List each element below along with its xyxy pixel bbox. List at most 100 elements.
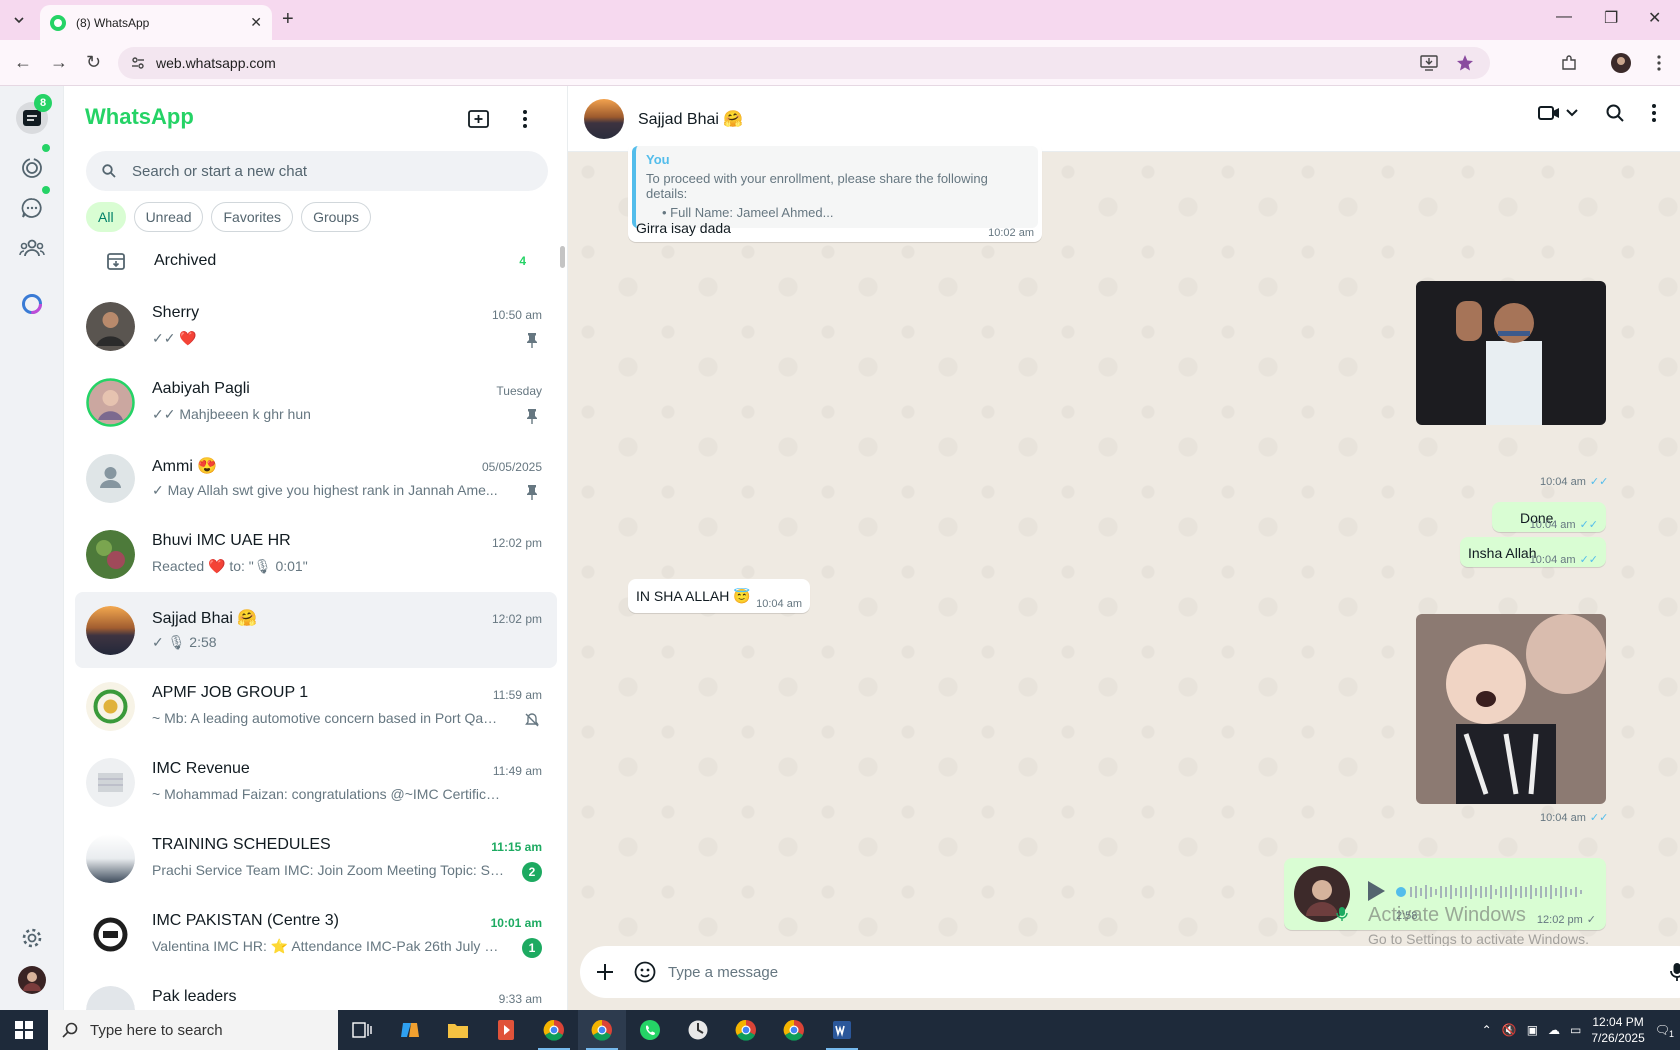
chats-unread-badge: 8 bbox=[34, 94, 52, 112]
notification-center-icon[interactable]: 🗨 1 bbox=[1655, 1023, 1674, 1039]
message-bubble-reply[interactable]: You To proceed with your enrollment, ple… bbox=[628, 142, 1042, 242]
quoted-message[interactable]: You To proceed with your enrollment, ple… bbox=[632, 146, 1038, 228]
chrome-app-2[interactable] bbox=[578, 1010, 626, 1050]
volume-muted-icon[interactable]: 🔇 bbox=[1502, 1023, 1517, 1037]
chat-item-aabiyah-pagli[interactable]: Aabiyah Pagli Tuesday ✓✓ Mahjbeeen k ghr… bbox=[75, 364, 557, 440]
chat-item-bhuvi-imc-uae-hr[interactable]: Bhuvi IMC UAE HR 12:02 pm Reacted ❤️ to:… bbox=[75, 516, 557, 592]
media-app[interactable] bbox=[482, 1010, 530, 1050]
restore-button[interactable]: ❐ bbox=[1604, 8, 1618, 28]
play-icon[interactable] bbox=[1366, 880, 1386, 902]
pin-icon bbox=[522, 406, 542, 426]
extensions-icon[interactable] bbox=[1556, 50, 1582, 76]
close-window-button[interactable]: ✕ bbox=[1648, 8, 1661, 28]
watermark-subtitle: Go to Settings to activate Windows. bbox=[1368, 931, 1589, 947]
reload-button[interactable]: ↻ bbox=[86, 52, 101, 73]
copilot-app[interactable] bbox=[386, 1010, 434, 1050]
url-text: web.whatsapp.com bbox=[156, 55, 276, 71]
chat-preview: Reacted ❤️ to: "🎙 0:01" bbox=[152, 558, 308, 574]
chat-name: Aabiyah Pagli bbox=[152, 380, 250, 397]
task-view-button[interactable] bbox=[338, 1010, 386, 1050]
onedrive-icon[interactable]: ☁ bbox=[1548, 1023, 1560, 1037]
address-bar[interactable]: web.whatsapp.com bbox=[118, 47, 1490, 79]
bookmark-star-icon[interactable] bbox=[1456, 54, 1474, 72]
contact-name[interactable]: Sajjad Bhai 🤗 bbox=[638, 109, 743, 129]
chat-item-imc-pakistan[interactable]: IMC PAKISTAN (Centre 3) 10:01 am Valenti… bbox=[75, 896, 557, 972]
tab-close-icon[interactable]: ✕ bbox=[250, 14, 262, 31]
message-text: Girra isay dada bbox=[636, 220, 731, 236]
avatar bbox=[86, 834, 135, 883]
video-call-button[interactable] bbox=[1538, 105, 1578, 121]
communities-nav-button[interactable] bbox=[16, 232, 48, 264]
search-input[interactable]: Search or start a new chat bbox=[86, 151, 548, 191]
whatsapp-app-button[interactable] bbox=[626, 1010, 674, 1050]
notification-count: 1 bbox=[1668, 1029, 1674, 1039]
chrome-app-4[interactable] bbox=[770, 1010, 818, 1050]
chatlist-scrollbar[interactable] bbox=[560, 246, 565, 268]
camera-icon[interactable]: ▣ bbox=[1527, 1023, 1538, 1037]
network-icon[interactable]: ▭ bbox=[1570, 1023, 1581, 1037]
meta-ai-nav-button[interactable] bbox=[16, 288, 48, 320]
site-settings-icon[interactable] bbox=[130, 55, 146, 71]
channels-nav-button[interactable] bbox=[16, 192, 48, 224]
chrome-app-3[interactable] bbox=[722, 1010, 770, 1050]
chat-item-apmf-job-group[interactable]: APMF JOB GROUP 1 11:59 am ~ Mb: A leadin… bbox=[75, 668, 557, 744]
tray-overflow-icon[interactable]: ⌃ bbox=[1482, 1023, 1492, 1037]
system-tray: ⌃ 🔇 ▣ ☁ ▭ 12:04 PM 7/26/2025 🗨 1 bbox=[1482, 1014, 1680, 1046]
whatsapp-favicon-icon bbox=[50, 14, 66, 31]
chat-item-sajjad-bhai[interactable]: Sajjad Bhai 🤗 12:02 pm ✓ 🎙 2:58 bbox=[75, 592, 557, 668]
message-bubble-done[interactable]: Done 10:04 am ✓✓ bbox=[1492, 502, 1606, 532]
minimize-button[interactable]: — bbox=[1556, 8, 1572, 26]
voice-waveform[interactable] bbox=[1396, 884, 1592, 900]
status-nav-button[interactable] bbox=[16, 152, 48, 184]
filter-all[interactable]: All bbox=[86, 202, 126, 232]
install-app-icon[interactable] bbox=[1420, 55, 1438, 71]
clock-app[interactable] bbox=[674, 1010, 722, 1050]
chat-item-training-schedules[interactable]: TRAINING SCHEDULES 11:15 am Prachi Servi… bbox=[75, 820, 557, 896]
microphone-icon[interactable] bbox=[1670, 962, 1680, 982]
message-bubble-insha-allah[interactable]: Insha Allah 10:04 am ✓✓ bbox=[1460, 537, 1606, 567]
browser-menu-icon[interactable] bbox=[1646, 50, 1672, 76]
chat-item-pak-leaders[interactable]: Pak leaders 9:33 am bbox=[75, 972, 557, 1010]
image-message[interactable] bbox=[1416, 614, 1606, 804]
chrome-icon bbox=[735, 1019, 756, 1041]
profile-avatar-icon[interactable] bbox=[1608, 50, 1634, 76]
sidebar-menu-button[interactable] bbox=[512, 106, 538, 132]
taskbar-search[interactable]: Type here to search bbox=[48, 1010, 338, 1050]
conversation-menu-icon[interactable] bbox=[1652, 104, 1656, 122]
chat-preview: Prachi Service Team IMC: Join Zoom Meeti… bbox=[152, 862, 504, 878]
filter-groups[interactable]: Groups bbox=[301, 202, 371, 232]
image-message[interactable] bbox=[1416, 281, 1606, 425]
browser-tab-whatsapp[interactable]: (8) WhatsApp ✕ bbox=[40, 5, 272, 40]
new-chat-button[interactable] bbox=[466, 106, 492, 132]
settings-nav-button[interactable] bbox=[16, 922, 48, 954]
avatar bbox=[86, 302, 135, 351]
contact-avatar[interactable] bbox=[584, 98, 624, 139]
chat-item-imc-revenue[interactable]: IMC Revenue 11:49 am ~ Mohammad Faizan: … bbox=[75, 744, 557, 820]
chat-time: 10:50 am bbox=[491, 308, 542, 322]
chat-item-ammi[interactable]: Ammi 😍 05/05/2025 ✓ May Allah swt give y… bbox=[75, 440, 557, 516]
archived-row[interactable]: Archived 4 bbox=[64, 234, 567, 288]
channels-icon bbox=[21, 198, 42, 218]
filter-favorites[interactable]: Favorites bbox=[211, 202, 294, 232]
tab-title: (8) WhatsApp bbox=[76, 15, 150, 30]
profile-nav-button[interactable] bbox=[16, 964, 48, 996]
chrome-app-1[interactable] bbox=[530, 1010, 578, 1050]
tab-search-button[interactable] bbox=[8, 9, 30, 31]
filter-unread[interactable]: Unread bbox=[133, 202, 204, 232]
back-button[interactable]: ← bbox=[14, 52, 32, 73]
chat-item-sherry[interactable]: Sherry 10:50 am ✓✓ ❤️ bbox=[75, 288, 557, 364]
message-bubble-in-sha-allah[interactable]: IN SHA ALLAH 😇 10:04 am bbox=[628, 579, 810, 613]
word-app[interactable] bbox=[818, 1010, 866, 1050]
chat-time: 11:59 am bbox=[492, 688, 542, 702]
file-explorer-app[interactable] bbox=[434, 1010, 482, 1050]
forward-button[interactable]: → bbox=[50, 52, 68, 73]
taskbar-clock[interactable]: 12:04 PM 7/26/2025 bbox=[1591, 1014, 1644, 1046]
search-messages-icon[interactable] bbox=[1606, 104, 1624, 122]
new-tab-button[interactable]: + bbox=[282, 8, 294, 31]
sticker-emoji-icon[interactable] bbox=[634, 961, 656, 983]
chat-preview: ✓ May Allah swt give you highest rank in… bbox=[152, 482, 498, 498]
attach-plus-icon[interactable] bbox=[596, 963, 614, 981]
start-button[interactable] bbox=[0, 1010, 48, 1050]
message-composer: Type a message bbox=[580, 946, 1680, 998]
message-input[interactable]: Type a message bbox=[668, 964, 778, 981]
